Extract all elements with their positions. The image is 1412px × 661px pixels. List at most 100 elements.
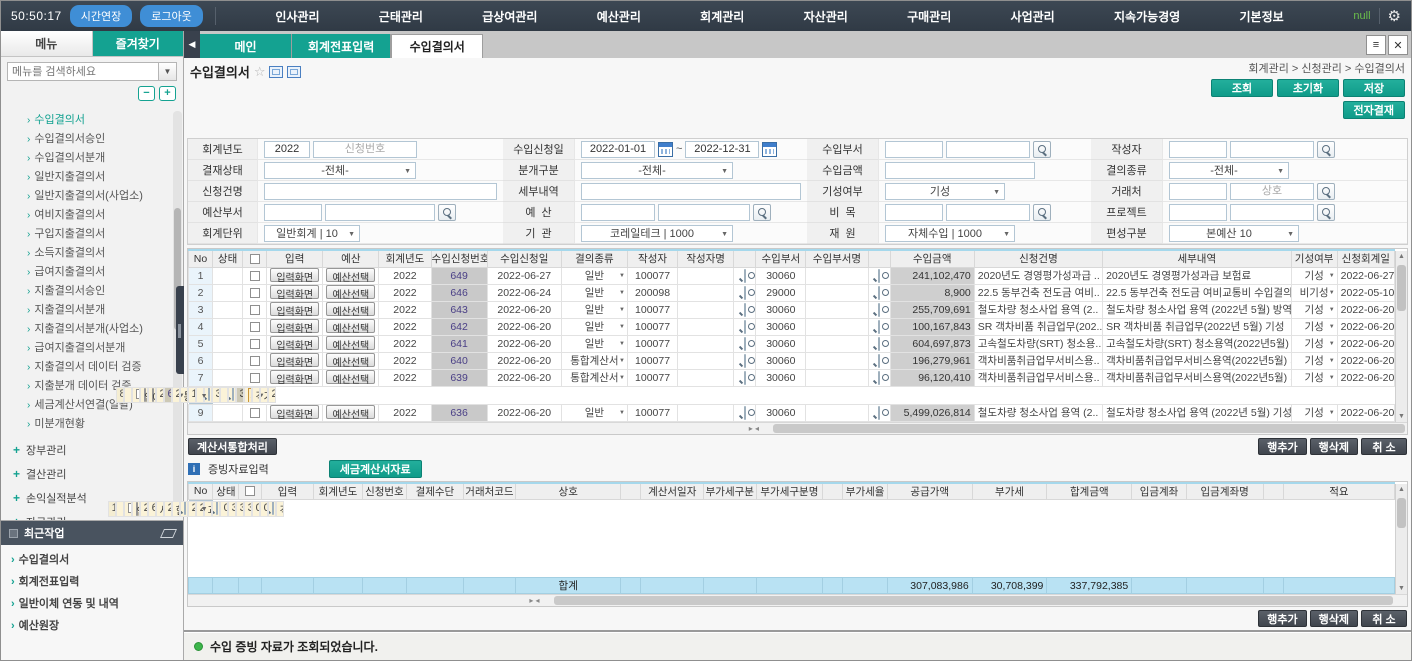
cell-title[interactable]: 2020년도 경영평가성과급 .. bbox=[974, 267, 1102, 284]
cell-resolution-kind[interactable]: 일반 bbox=[561, 284, 627, 301]
cell-no[interactable]: 1 bbox=[189, 267, 213, 284]
recent-item-예산원장[interactable]: ›예산원장 bbox=[1, 614, 183, 636]
cell-dept[interactable]: 30060 bbox=[756, 404, 806, 421]
e-approval-button[interactable]: 전자결재 bbox=[1343, 101, 1405, 119]
cell-request-no[interactable]: 636 bbox=[431, 404, 487, 421]
cell-request-date[interactable]: 2022-06-20 bbox=[487, 318, 561, 335]
popup-window-icon[interactable] bbox=[269, 66, 283, 78]
cancel-button-2[interactable]: 취 소 bbox=[1361, 610, 1407, 627]
add-row-button[interactable]: 행추가 bbox=[1258, 438, 1306, 455]
cell-amount[interactable]: 604,697,873 bbox=[890, 335, 974, 352]
sidebar-item-급여지출결의서[interactable]: ›급여지출결의서 bbox=[1, 263, 183, 282]
cell-writer[interactable]: 100077 bbox=[627, 335, 677, 352]
cell-dept[interactable]: 30060 bbox=[756, 369, 806, 386]
cell-year[interactable]: 2022 bbox=[379, 284, 431, 301]
cell-resolution-kind[interactable]: 통합계산서 bbox=[561, 369, 627, 386]
reset-button[interactable]: 초기화 bbox=[1277, 79, 1339, 97]
cell-status[interactable] bbox=[116, 501, 124, 517]
cell-acct-date[interactable]: 2022-06-20 bbox=[1337, 335, 1394, 352]
cell-resolution-kind[interactable]: 일반 bbox=[561, 318, 627, 335]
sidebar-item-일반지출결의서[interactable]: ›일반지출결의서 bbox=[1, 168, 183, 187]
cell-amount[interactable]: 5,499,026,814 bbox=[890, 404, 974, 421]
scroll-arrows-icon[interactable]: ▸ ◂ bbox=[529, 596, 539, 605]
cell-writer-name[interactable] bbox=[678, 335, 734, 352]
search-icon[interactable] bbox=[184, 501, 186, 515]
cell-detail[interactable]: 객차비품취급업무서비스용역(2022년5월) 기성 bbox=[252, 387, 260, 403]
tab-journal-entry[interactable]: 회계전표입력 bbox=[292, 34, 391, 58]
close-icon[interactable]: ✕ bbox=[1388, 35, 1408, 55]
expand-all-button[interactable]: + bbox=[159, 86, 176, 101]
search-icon[interactable] bbox=[1317, 183, 1335, 200]
cell-checkbox[interactable] bbox=[132, 387, 140, 403]
input-screen-button[interactable]: 입력화면 bbox=[144, 388, 146, 402]
search-icon[interactable] bbox=[232, 387, 234, 401]
table-row[interactable]: 5입력화면예산선택20226412022-06-20일반100077300606… bbox=[189, 335, 1395, 352]
cell-checkbox[interactable] bbox=[243, 369, 267, 386]
cell-no[interactable]: 3 bbox=[189, 301, 213, 318]
row-checkbox[interactable] bbox=[250, 305, 260, 315]
cell-resolution-kind[interactable]: 일반 bbox=[561, 335, 627, 352]
cell-year[interactable]: 2022 bbox=[379, 335, 431, 352]
cell-search[interactable] bbox=[734, 369, 756, 386]
cell-bill-date[interactable]: 2022-05-31 bbox=[188, 501, 196, 517]
sidebar-item-일반지출결의서(사업소)[interactable]: ›일반지출결의서(사업소) bbox=[1, 187, 183, 206]
income-dept-code-input[interactable] bbox=[885, 141, 943, 158]
cell-dept-name[interactable] bbox=[806, 301, 868, 318]
grid2-vertical-scrollbar[interactable]: ▲ ▼ bbox=[1395, 484, 1407, 595]
sidebar-item-지출결의서분개(사업소)[interactable]: ›지출결의서분개(사업소) bbox=[1, 320, 183, 339]
cell-status[interactable] bbox=[213, 352, 243, 369]
gear-icon[interactable]: ⚙ bbox=[1388, 7, 1401, 25]
expense-item-name-input[interactable] bbox=[946, 204, 1030, 221]
search-button[interactable]: 조회 bbox=[1211, 79, 1273, 97]
cell-search[interactable] bbox=[868, 335, 890, 352]
table-row[interactable]: 9입력화면예산선택20226362022-06-20일반100077300605… bbox=[189, 404, 1395, 421]
cell-writer-name[interactable] bbox=[678, 301, 734, 318]
collapse-all-button[interactable]: − bbox=[138, 86, 155, 101]
cell-no[interactable]: 9 bbox=[189, 404, 213, 421]
cell-request-date[interactable]: 2022-06-20 bbox=[172, 387, 180, 403]
cell-vendor[interactable]: 한국철도공사 bbox=[172, 501, 180, 517]
cell-request-date[interactable]: 2022-06-20 bbox=[487, 352, 561, 369]
cell-budget-select[interactable]: 예산선택 bbox=[148, 387, 156, 403]
cell-search[interactable] bbox=[204, 387, 212, 403]
sidebar-item-미분개현황[interactable]: ›미분개현황 bbox=[1, 415, 183, 434]
budget-code-input[interactable] bbox=[581, 204, 655, 221]
topbar-menu-기본정보[interactable]: 기본정보 bbox=[1232, 4, 1292, 29]
cell-search[interactable] bbox=[734, 318, 756, 335]
cell-search[interactable] bbox=[268, 501, 276, 517]
cell-vat-code[interactable]: 211 bbox=[196, 501, 204, 517]
search-icon[interactable] bbox=[744, 320, 746, 334]
input-screen-button[interactable]: 입력화면 bbox=[270, 353, 319, 367]
sidebar-item-지출결의서분개[interactable]: ›지출결의서분개 bbox=[1, 301, 183, 320]
detail-input[interactable] bbox=[581, 183, 801, 200]
cancel-button[interactable]: 취 소 bbox=[1361, 438, 1407, 455]
cell-acct-date[interactable]: 2022-05-10 bbox=[1337, 284, 1394, 301]
recent-item-수입결의서[interactable]: ›수입결의서 bbox=[1, 548, 183, 570]
budget-select-button[interactable]: 예산선택 bbox=[326, 370, 375, 384]
search-icon[interactable] bbox=[878, 337, 880, 351]
cell-vendor-code[interactable]: 23500 bbox=[164, 501, 172, 517]
search-icon[interactable] bbox=[1317, 204, 1335, 221]
cell-amount[interactable]: 100,167,843 bbox=[890, 318, 974, 335]
cell-checkbox[interactable] bbox=[124, 501, 132, 517]
cell-input-screen[interactable]: 입력화면 bbox=[267, 301, 323, 318]
sidebar-item-소득지출결의서[interactable]: ›소득지출결의서 bbox=[1, 244, 183, 263]
cell-input-screen[interactable]: 입력화면 bbox=[267, 352, 323, 369]
table-row[interactable]: 7입력화면예산선택20226392022-06-20통합계산서100077300… bbox=[189, 369, 1395, 386]
expense-item-code-input[interactable] bbox=[885, 204, 943, 221]
row-checkbox[interactable] bbox=[250, 288, 260, 298]
refresh-icon[interactable] bbox=[287, 66, 301, 78]
cell-checkbox[interactable] bbox=[243, 318, 267, 335]
cell-year[interactable]: 2022 bbox=[140, 501, 148, 517]
search-icon[interactable] bbox=[878, 320, 880, 334]
cell-acct-date[interactable]: 2022-06-20 bbox=[1337, 369, 1394, 386]
search-icon[interactable] bbox=[878, 354, 880, 368]
logout-button[interactable]: 로그아웃 bbox=[140, 5, 202, 27]
cell-dept-name[interactable] bbox=[806, 267, 868, 284]
journal-type-select[interactable]: -전체- bbox=[581, 162, 733, 179]
scroll-down-icon[interactable]: ▼ bbox=[1396, 583, 1407, 594]
cell-writer-name[interactable] bbox=[678, 267, 734, 284]
fund-source-select[interactable]: 자체수입 | 1000 bbox=[885, 225, 1015, 242]
cell-title[interactable]: 객차비품취급업무서비스용.. bbox=[974, 352, 1102, 369]
cell-acct-date[interactable]: 2022-06-20 bbox=[268, 387, 276, 403]
